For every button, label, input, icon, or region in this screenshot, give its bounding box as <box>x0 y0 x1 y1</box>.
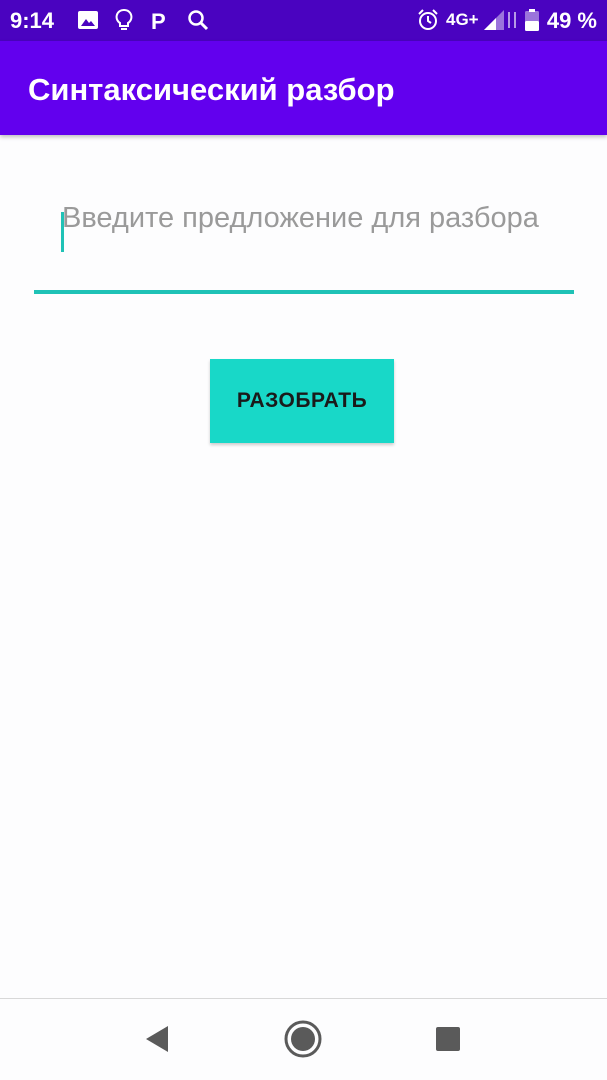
lightbulb-icon <box>112 8 136 32</box>
sentence-input[interactable]: Введите предложение для разбора <box>34 190 574 296</box>
navigation-bar <box>0 998 607 1080</box>
image-icon <box>76 8 100 32</box>
parse-button[interactable]: РАЗОБРАТЬ <box>210 359 394 443</box>
input-underline <box>34 290 574 294</box>
battery-icon <box>524 8 540 32</box>
recents-icon[interactable] <box>428 1019 468 1059</box>
search-icon <box>186 8 210 32</box>
status-time: 9:14 <box>10 8 55 33</box>
alarm-icon <box>416 8 440 32</box>
network-type: 4G+ <box>446 10 479 29</box>
parking-icon: P <box>148 8 172 34</box>
signal-icon <box>482 8 506 32</box>
app-title: Синтаксический разбор <box>28 72 395 107</box>
home-icon[interactable] <box>283 1019 323 1059</box>
back-icon[interactable] <box>137 1019 177 1059</box>
battery-percent: 49 % <box>546 8 597 33</box>
status-bar: 9:14 P 4G+ 49 % <box>0 0 607 41</box>
input-placeholder: Введите предложение для разбора <box>62 202 539 234</box>
app-bar: Синтаксический разбор <box>0 41 607 135</box>
svg-text:P: P <box>151 9 166 32</box>
